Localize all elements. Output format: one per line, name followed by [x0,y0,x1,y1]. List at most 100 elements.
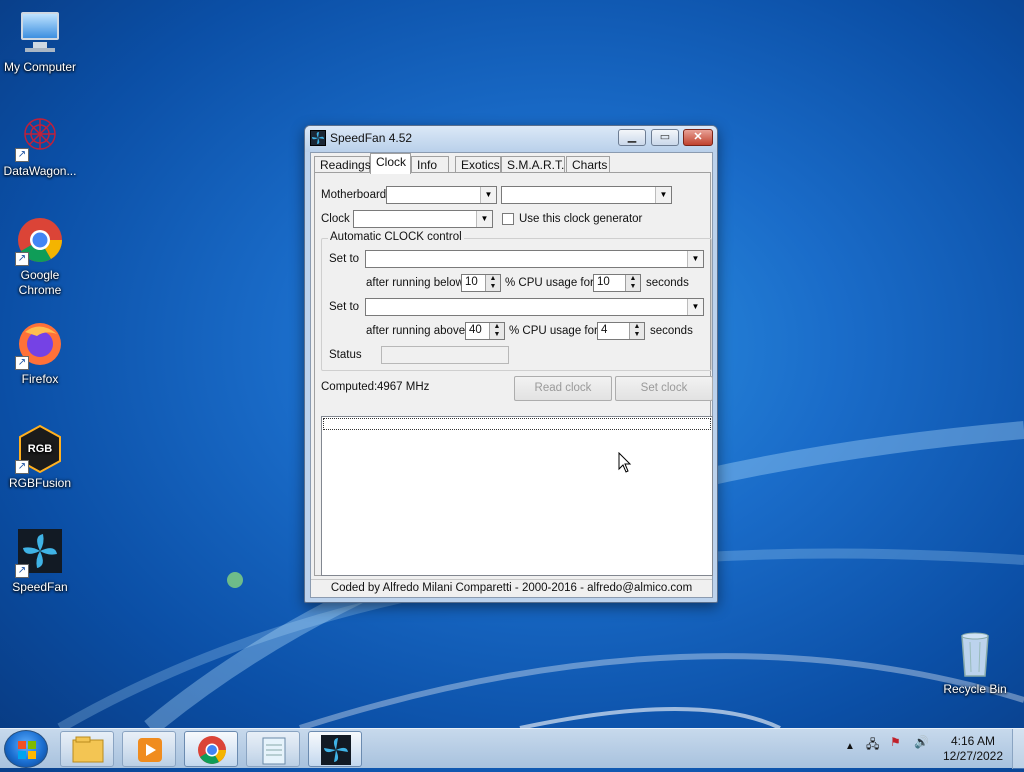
clock-select[interactable]: ▼ [353,210,493,228]
clock-date: 12/27/2022 [942,749,1004,763]
spinner-arrows-icon[interactable]: ▲ ▼ [625,275,640,291]
shortcut-arrow-icon: ↗ [15,564,29,578]
row2-prefix: after running above [366,325,466,337]
seconds-2-value: 4 [601,324,608,336]
chrome-icon [198,736,226,764]
speedfan-app-icon [310,130,326,146]
cpu-below-spinner[interactable]: 10 ▲ ▼ [461,274,501,292]
desktop-icon-google-chrome[interactable]: ↗ Google Chrome [0,216,80,298]
chevron-down-icon: ▼ [687,251,703,267]
recycle-bin-icon [950,630,1000,680]
desktop-icon-label: My Computer [3,60,77,74]
seconds-1-value: 10 [597,276,610,288]
cpu-above-spinner[interactable]: 40 ▲ ▼ [465,322,505,340]
close-button[interactable]: ✕ [683,129,713,146]
desktop-icon-rgbfusion[interactable]: RGB ↗ RGBFusion [0,424,80,491]
desktop-icon-datawagon[interactable]: ↗ DataWagon... [0,112,80,179]
speedfan-icon: ↗ [15,528,65,578]
maximize-button[interactable]: ▭ [651,129,679,146]
computed-label: Computed: [321,381,378,393]
title-bar[interactable]: SpeedFan 4.52 ▁ ▭ ✕ [305,126,717,152]
window-client-area: Readings Clock Info Exotics S.M.A.R.T. C… [310,152,713,598]
windows-logo-icon [18,741,36,759]
status-field [381,346,509,364]
read-clock-button[interactable]: Read clock [514,376,612,401]
window-title: SpeedFan 4.52 [330,131,413,145]
mouse-cursor-icon [618,452,632,473]
notepad-icon [262,737,286,765]
desktop-icon-speedfan[interactable]: ↗ SpeedFan [0,528,80,595]
seconds-1-spinner[interactable]: 10 ▲ ▼ [593,274,641,292]
rgbfusion-icon: RGB ↗ [15,424,65,474]
row1-mid: % CPU usage for [505,277,594,289]
taskbar-clock[interactable]: 4:16 AM 12/27/2022 [940,734,1006,764]
shortcut-arrow-icon: ↗ [15,252,29,266]
taskbar-speedfan[interactable] [308,731,362,767]
network-icon[interactable]: 🖧 [866,735,879,756]
set-to-label-2: Set to [329,301,360,313]
log-output-area[interactable] [321,416,713,576]
taskbar-explorer[interactable] [60,731,114,767]
desktop-icon-my-computer[interactable]: My Computer [0,8,80,75]
computed-value: 4967 MHz [377,381,430,393]
svg-text:RGB: RGB [28,443,53,455]
media-player-icon [138,738,162,762]
set-clock-button[interactable]: Set clock [615,376,713,401]
taskbar: ▲ 🖧 ⚑ 🔊 4:16 AM 12/27/2022 [0,728,1024,769]
row2-mid: % CPU usage for [509,325,598,337]
minimize-button[interactable]: ▁ [618,129,646,146]
chrome-icon: ↗ [15,216,65,266]
footer-credits: Coded by Alfredo Milani Comparetti - 200… [311,579,712,597]
tab-readings[interactable]: Readings [314,156,371,173]
desktop-icon-label: SpeedFan [12,580,68,594]
desktop-icon-label: Recycle Bin [943,682,1007,696]
use-clock-generator-label: Use this clock generator [519,213,643,225]
chevron-down-icon: ▼ [476,211,492,227]
clock-time: 4:16 AM [950,734,996,748]
desktop-icon-recycle-bin[interactable]: Recycle Bin [935,630,1015,697]
desktop-icon-label: Firefox [21,372,59,386]
set-to-select-2[interactable]: ▼ [365,298,704,316]
tab-exotics[interactable]: Exotics [455,156,501,173]
show-desktop-button[interactable] [1012,729,1024,769]
row1-suffix: seconds [646,277,689,289]
chevron-down-icon: ▼ [687,299,703,315]
taskbar-chrome[interactable] [184,731,238,767]
show-hidden-icons-button[interactable]: ▲ [845,741,855,752]
start-button[interactable] [4,730,48,768]
shortcut-arrow-icon: ↗ [15,356,29,370]
taskbar-media-player[interactable] [122,731,176,767]
desktop-icon-label: DataWagon... [3,164,77,178]
tab-charts[interactable]: Charts [566,156,610,173]
computer-icon [15,8,65,58]
chevron-down-icon: ▼ [480,187,496,203]
row2-suffix: seconds [650,325,693,337]
taskbar-notepad[interactable] [246,731,300,767]
tab-smart[interactable]: S.M.A.R.T. [501,156,565,173]
motherboard-select[interactable]: ▼ [386,186,497,204]
log-focus-row [323,418,711,430]
volume-icon[interactable]: 🔊 [914,735,929,749]
seconds-2-spinner[interactable]: 4 ▲ ▼ [597,322,645,340]
action-center-flag-icon[interactable]: ⚑ [890,735,901,749]
motherboard-label: Motherboard [321,189,387,201]
firefox-icon: ↗ [15,320,65,370]
desktop-icon-label: Google Chrome [18,268,62,297]
set-to-select-1[interactable]: ▼ [365,250,704,268]
cpu-below-value: 10 [465,276,478,288]
spinner-arrows-icon[interactable]: ▲ ▼ [629,323,644,339]
tab-clock[interactable]: Clock [370,153,411,174]
tab-info[interactable]: Info [411,156,449,173]
cpu-above-value: 40 [469,324,482,336]
row1-prefix: after running below [366,277,464,289]
motherboard-model-select[interactable]: ▼ [501,186,672,204]
shortcut-arrow-icon: ↗ [15,148,29,162]
set-to-label-1: Set to [329,253,360,265]
use-clock-generator-checkbox[interactable] [502,213,514,225]
chevron-down-icon: ▼ [655,187,671,203]
automatic-clock-group: Automatic CLOCK control Set to ▼ after r… [321,231,712,371]
spinner-arrows-icon[interactable]: ▲ ▼ [485,275,500,291]
desktop-icon-firefox[interactable]: ↗ Firefox [0,320,80,387]
datawagon-icon: ↗ [15,112,65,162]
spinner-arrows-icon[interactable]: ▲ ▼ [489,323,504,339]
